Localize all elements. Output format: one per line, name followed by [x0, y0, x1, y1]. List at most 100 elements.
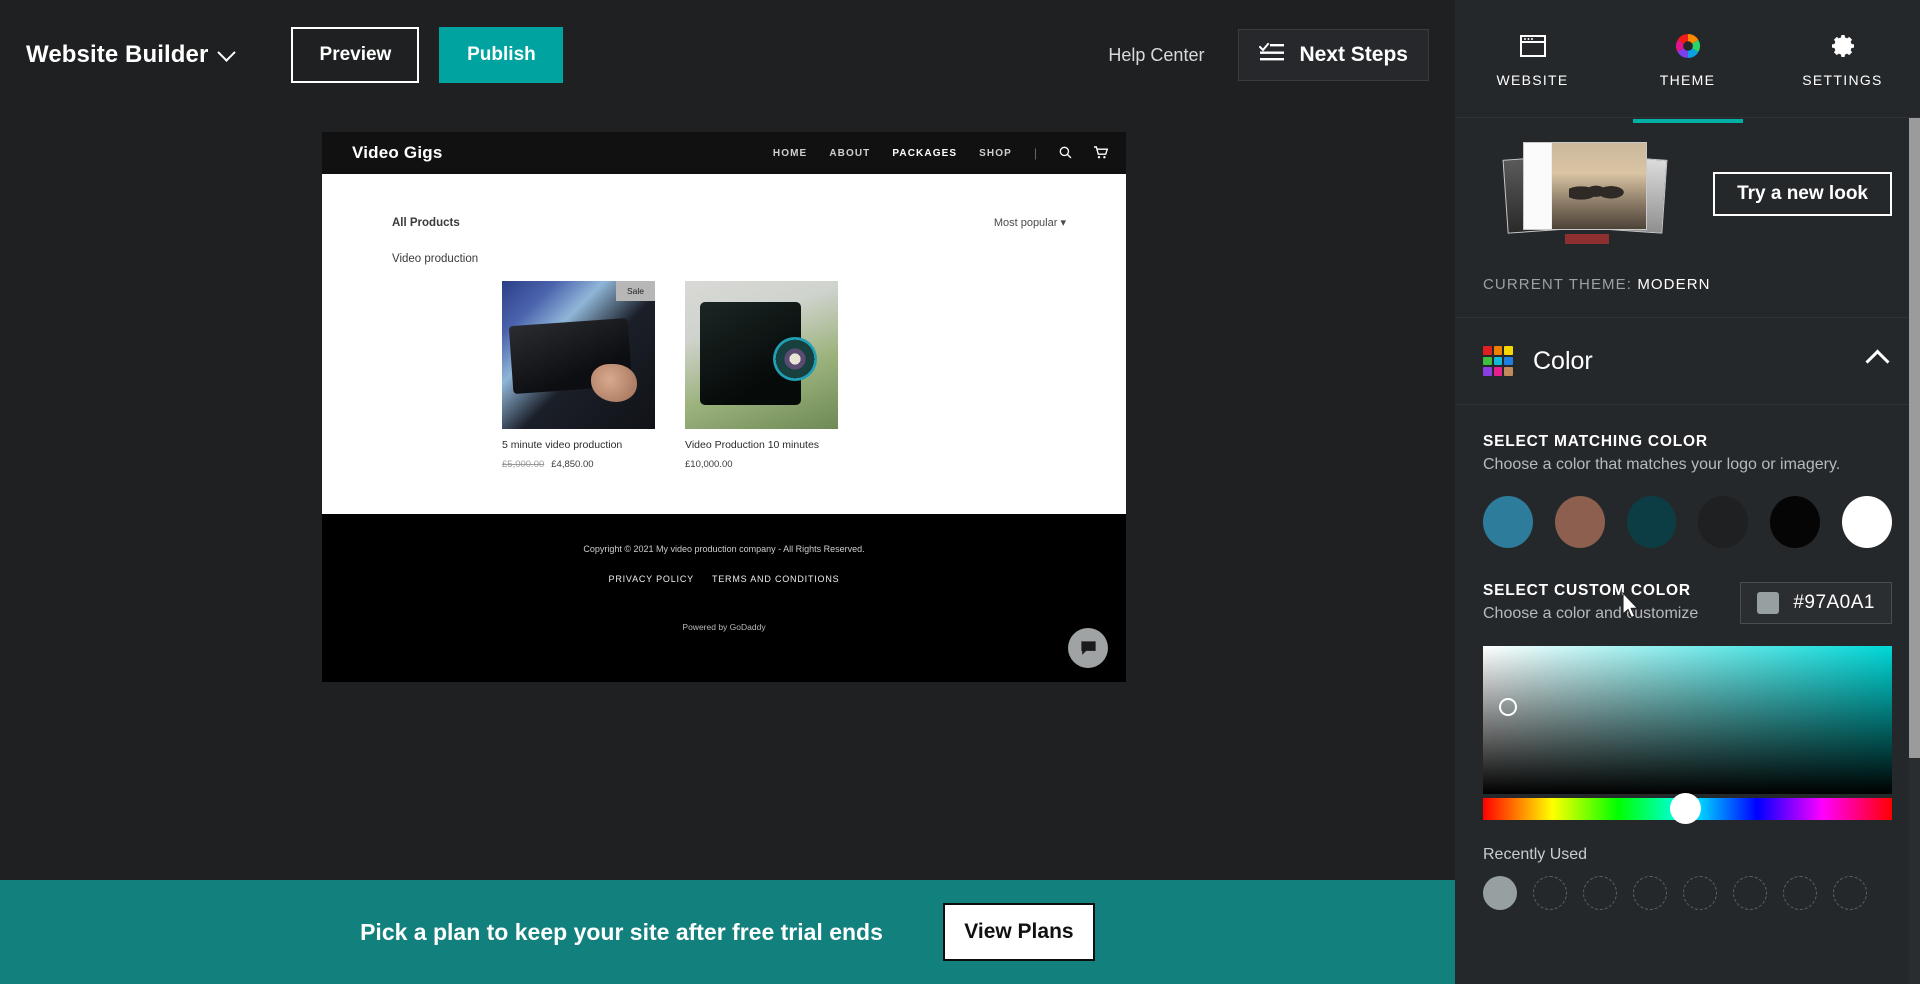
site-nav: Video Gigs HOME ABOUT PACKAGES SHOP |: [322, 132, 1126, 174]
next-steps-button[interactable]: Next Steps: [1238, 29, 1429, 81]
site-nav-links: HOME ABOUT PACKAGES SHOP |: [773, 145, 1109, 161]
product-sale-price: £10,000.00: [685, 459, 733, 470]
recent-swatch[interactable]: [1683, 876, 1717, 910]
site-nav-packages[interactable]: PACKAGES: [892, 148, 957, 159]
product-card[interactable]: Sale 5 minute video production £5,000.00…: [502, 281, 655, 470]
publish-button[interactable]: Publish: [439, 27, 564, 83]
matching-swatch[interactable]: [1554, 496, 1605, 548]
color-palette-grid-icon: [1483, 346, 1513, 376]
theme-thumb-front: [1523, 142, 1647, 230]
product-old-price: £5,000.00: [502, 459, 545, 470]
preview-button[interactable]: Preview: [291, 27, 420, 83]
matching-swatch[interactable]: [1626, 496, 1677, 548]
matching-swatch[interactable]: [1842, 496, 1892, 548]
recent-swatch[interactable]: [1583, 876, 1617, 910]
nav-divider: |: [1033, 146, 1037, 160]
site-body: All Products Most popular ▾ Video produc…: [322, 174, 1126, 514]
tab-website[interactable]: WEBSITE: [1455, 20, 1610, 118]
site-nav-shop[interactable]: SHOP: [979, 148, 1012, 159]
site-preview[interactable]: Video Gigs HOME ABOUT PACKAGES SHOP | Al…: [322, 132, 1126, 682]
hue-slider[interactable]: [1483, 793, 1892, 824]
chevron-down-icon: [217, 42, 237, 62]
recent-swatch[interactable]: [1733, 876, 1767, 910]
sidebar-tabs: WEBSITE THEME SETTINGS: [1455, 0, 1920, 118]
saturation-value-picker[interactable]: [1483, 646, 1892, 794]
custom-color-field[interactable]: #97A0A1: [1740, 582, 1892, 624]
theme-thumb-hero-image: [1552, 143, 1646, 229]
recent-swatch[interactable]: [1833, 876, 1867, 910]
recent-swatch[interactable]: [1483, 876, 1517, 910]
top-toolbar: Website Builder Preview Publish Help Cen…: [0, 0, 1455, 110]
matching-color-swatches: [1483, 496, 1892, 548]
scrollbar-thumb[interactable]: [1909, 118, 1920, 758]
current-theme: CURRENT THEME: MODERN: [1483, 276, 1892, 317]
product-thumbnail: Sale: [502, 281, 655, 429]
product-grid: Sale 5 minute video production £5,000.00…: [502, 281, 1066, 470]
custom-color-text: SELECT CUSTOM COLOR Choose a color and c…: [1483, 582, 1698, 623]
product-price: £5,000.00 £4,850.00: [502, 459, 655, 470]
products-header: All Products Most popular ▾: [392, 216, 1066, 230]
category-label: Video production: [392, 253, 479, 265]
chat-bubble-icon[interactable]: [1068, 628, 1108, 668]
gear-icon: [1829, 32, 1857, 60]
product-title: Video Production 10 minutes: [685, 439, 820, 451]
matching-swatch[interactable]: [1483, 496, 1533, 548]
preview-canvas: Video Gigs HOME ABOUT PACKAGES SHOP | Al…: [0, 110, 1455, 880]
brand-menu[interactable]: Website Builder: [26, 41, 237, 69]
tab-settings[interactable]: SETTINGS: [1765, 20, 1920, 118]
tab-settings-label: SETTINGS: [1802, 72, 1883, 88]
recent-swatch[interactable]: [1633, 876, 1667, 910]
site-nav-home[interactable]: HOME: [773, 148, 807, 159]
product-title: 5 minute video production: [502, 439, 623, 451]
matching-swatch[interactable]: [1698, 496, 1749, 548]
recent-swatch[interactable]: [1783, 876, 1817, 910]
matching-swatch[interactable]: [1770, 496, 1821, 548]
product-thumbnail: [685, 281, 838, 429]
sort-label: Most popular: [993, 217, 1058, 229]
site-nav-about[interactable]: ABOUT: [829, 148, 870, 159]
matching-color-title: SELECT MATCHING COLOR: [1483, 433, 1708, 450]
hue-slider-knob-icon[interactable]: [1670, 793, 1701, 824]
theme-thumb-accent-bar: [1565, 234, 1609, 244]
color-section-header[interactable]: Color: [1455, 317, 1920, 405]
view-plans-button[interactable]: View Plans: [942, 903, 1095, 961]
recent-swatch[interactable]: [1533, 876, 1567, 910]
trial-banner-text: Pick a plan to keep your site after free…: [360, 918, 883, 945]
product-price: £10,000.00: [685, 459, 838, 470]
tab-theme-label: THEME: [1659, 72, 1716, 88]
custom-color-subtitle: Choose a color and customize: [1483, 605, 1699, 622]
picker-knob-icon[interactable]: [1499, 698, 1517, 716]
checklist-icon: [1259, 41, 1285, 69]
footer-link-terms[interactable]: TERMS AND CONDITIONS: [712, 574, 840, 584]
tab-website-label: WEBSITE: [1496, 72, 1569, 88]
cart-icon[interactable]: [1094, 145, 1109, 161]
current-theme-prefix: CURRENT THEME:: [1483, 276, 1633, 293]
search-icon[interactable]: [1059, 146, 1072, 161]
try-a-new-look-button[interactable]: Try a new look: [1713, 172, 1892, 216]
vertical-scrollbar[interactable]: [1909, 118, 1920, 984]
sort-dropdown[interactable]: Most popular ▾: [994, 216, 1066, 229]
product-card[interactable]: Video Production 10 minutes £10,000.00: [685, 281, 838, 470]
recently-used-swatches: [1483, 876, 1892, 910]
top-toolbar-right: Help Center Next Steps: [1108, 29, 1429, 81]
brand-label: Website Builder: [26, 41, 209, 68]
matching-color-subtitle: Choose a color that matches your logo or…: [1483, 456, 1841, 473]
current-theme-name: MODERN: [1637, 276, 1711, 293]
main-column: Website Builder Preview Publish Help Cen…: [0, 0, 1455, 984]
theme-preview-thumbnail[interactable]: [1502, 142, 1673, 246]
trial-banner: Pick a plan to keep your site after free…: [0, 880, 1455, 984]
footer-link-privacy[interactable]: PRIVACY POLICY: [609, 574, 694, 584]
caret-down-icon: ▾: [1060, 217, 1066, 229]
theme-thumb-sidebar: [1524, 143, 1552, 229]
color-section-body: SELECT MATCHING COLOR Choose a color tha…: [1455, 405, 1920, 910]
tab-theme[interactable]: THEME: [1610, 20, 1765, 118]
custom-color-title: SELECT CUSTOM COLOR: [1483, 582, 1691, 599]
chevron-up-icon[interactable]: [1865, 348, 1890, 374]
recently-used-title: Recently Used: [1483, 846, 1588, 863]
help-center-link[interactable]: Help Center: [1108, 45, 1204, 66]
footer-powered-by: Powered by GoDaddy: [682, 622, 766, 632]
custom-color-chip: [1757, 592, 1780, 614]
app-root: Website Builder Preview Publish Help Cen…: [0, 0, 1920, 984]
color-wheel-icon: [1674, 32, 1702, 60]
product-sale-price: £4,850.00: [551, 459, 594, 470]
